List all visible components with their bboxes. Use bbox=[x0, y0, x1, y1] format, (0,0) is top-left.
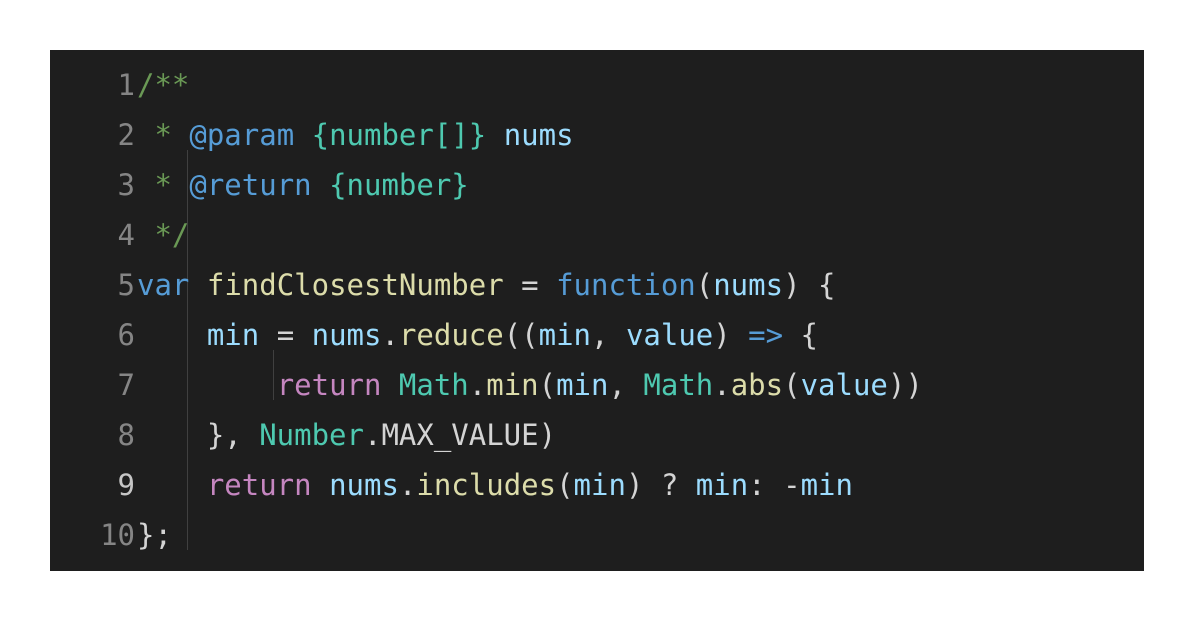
token-plain: .MAX_VALUE) bbox=[363, 418, 557, 452]
token-comment: * bbox=[137, 118, 190, 152]
code-line[interactable]: 5 var findClosestNumber = function(nums) … bbox=[50, 260, 1144, 310]
code-line[interactable]: 1/** bbox=[50, 60, 1144, 110]
token-plain: ( bbox=[783, 368, 801, 402]
line-number: 9 bbox=[117, 468, 135, 502]
line-number: 10 bbox=[100, 518, 135, 552]
token-comment: /** bbox=[137, 68, 190, 102]
token-variable: min bbox=[206, 318, 260, 352]
token-plain: . bbox=[398, 468, 417, 502]
token-function: min bbox=[486, 368, 539, 402]
token-variable: nums bbox=[311, 318, 382, 352]
token-plain: { bbox=[783, 318, 819, 352]
code-line[interactable]: 7 return Math.min(min, Math.abs(value)) bbox=[50, 360, 1144, 410]
token-variable: nums bbox=[713, 268, 784, 302]
code-line[interactable]: 9 return nums.includes(min) ? min: -min bbox=[50, 460, 1144, 510]
code-line[interactable]: 6 min = nums.reduce((min, value) => { bbox=[50, 310, 1144, 360]
token-doc-tag: @return bbox=[189, 168, 312, 202]
token-function: includes bbox=[416, 468, 557, 502]
code-text: /** bbox=[137, 60, 189, 110]
token-plain: }; bbox=[137, 518, 172, 552]
line-number: 8 bbox=[117, 418, 135, 452]
token-control: return bbox=[276, 368, 382, 402]
token-plain: ( bbox=[556, 468, 574, 502]
token-doc-tag: @param bbox=[189, 118, 295, 152]
token-variable: min bbox=[538, 318, 592, 352]
token-doc-param: nums bbox=[503, 118, 574, 152]
token-plain: )) bbox=[887, 368, 923, 402]
token-variable: min bbox=[556, 368, 609, 402]
code-text: min = nums.reduce((min, value) => { bbox=[137, 310, 818, 360]
code-line[interactable]: 3 * @return {number} bbox=[50, 160, 1144, 210]
token-variable: nums bbox=[329, 468, 399, 502]
token-keyword: var bbox=[137, 268, 190, 302]
token-variable: min bbox=[695, 468, 749, 502]
token-keyword: => bbox=[748, 318, 784, 352]
token-comment bbox=[486, 118, 503, 152]
line-number: 6 bbox=[117, 318, 135, 352]
line-number: 5 bbox=[117, 268, 135, 302]
token-plain: (( bbox=[503, 318, 539, 352]
token-plain: : - bbox=[748, 468, 801, 502]
token-variable: min bbox=[800, 468, 853, 502]
code-line[interactable]: 10}; bbox=[50, 510, 1144, 560]
token-plain: ( bbox=[695, 268, 714, 302]
token-variable: value bbox=[625, 318, 714, 352]
token-plain: , bbox=[591, 318, 626, 352]
token-plain: = bbox=[503, 268, 557, 302]
line-number: 3 bbox=[117, 168, 135, 202]
line-number: 1 bbox=[117, 68, 135, 102]
token-doc-type: {number} bbox=[329, 168, 469, 202]
token-function: reduce bbox=[398, 318, 504, 352]
code-line[interactable]: 8 }, Number.MAX_VALUE) bbox=[50, 410, 1144, 460]
line-number: 2 bbox=[117, 118, 135, 152]
line-number: 4 bbox=[117, 218, 135, 252]
line-number: 7 bbox=[117, 368, 135, 402]
code-text: return Math.min(min, Math.abs(value)) bbox=[137, 360, 923, 410]
token-variable: value bbox=[800, 368, 888, 402]
token-control: return bbox=[206, 468, 312, 502]
token-plain: ( bbox=[538, 368, 557, 402]
code-text: }, Number.MAX_VALUE) bbox=[137, 410, 556, 460]
token-plain: ) bbox=[713, 318, 749, 352]
token-plain: ) { bbox=[783, 268, 836, 302]
code-line[interactable]: 2 * @param {number[]} nums bbox=[50, 110, 1144, 160]
code-text: var findClosestNumber = function(nums) { bbox=[137, 260, 835, 310]
token-function: findClosestNumber bbox=[206, 268, 504, 302]
token-comment bbox=[294, 118, 311, 152]
token-plain: }, bbox=[137, 418, 260, 452]
token-plain: . bbox=[713, 368, 731, 402]
token-class: Math bbox=[398, 368, 469, 402]
token-doc-type: {number[]} bbox=[311, 118, 487, 152]
token-plain: . bbox=[381, 318, 399, 352]
code-text: }; bbox=[137, 510, 172, 560]
token-class: Math bbox=[643, 368, 714, 402]
code-editor[interactable]: 1/** 2 * @param {number[]} nums 3 * @retur… bbox=[50, 50, 1144, 571]
code-text: */ bbox=[137, 210, 189, 260]
token-variable: min bbox=[573, 468, 626, 502]
token-keyword: function bbox=[556, 268, 696, 302]
token-plain: = bbox=[259, 318, 312, 352]
token-comment: * bbox=[137, 168, 190, 202]
token-class: Number bbox=[259, 418, 364, 452]
token-plain: , bbox=[608, 368, 644, 402]
token-plain: . bbox=[468, 368, 487, 402]
code-text: * @return {number} bbox=[137, 160, 469, 210]
token-function: abs bbox=[730, 368, 784, 402]
code-text: * @param {number[]} nums bbox=[137, 110, 574, 160]
token-comment bbox=[312, 168, 329, 202]
token-plain: ) ? bbox=[625, 468, 696, 502]
token-comment: */ bbox=[137, 218, 190, 252]
code-line[interactable]: 4 */ bbox=[50, 210, 1144, 260]
code-text: return nums.includes(min) ? min: -min bbox=[137, 460, 853, 510]
